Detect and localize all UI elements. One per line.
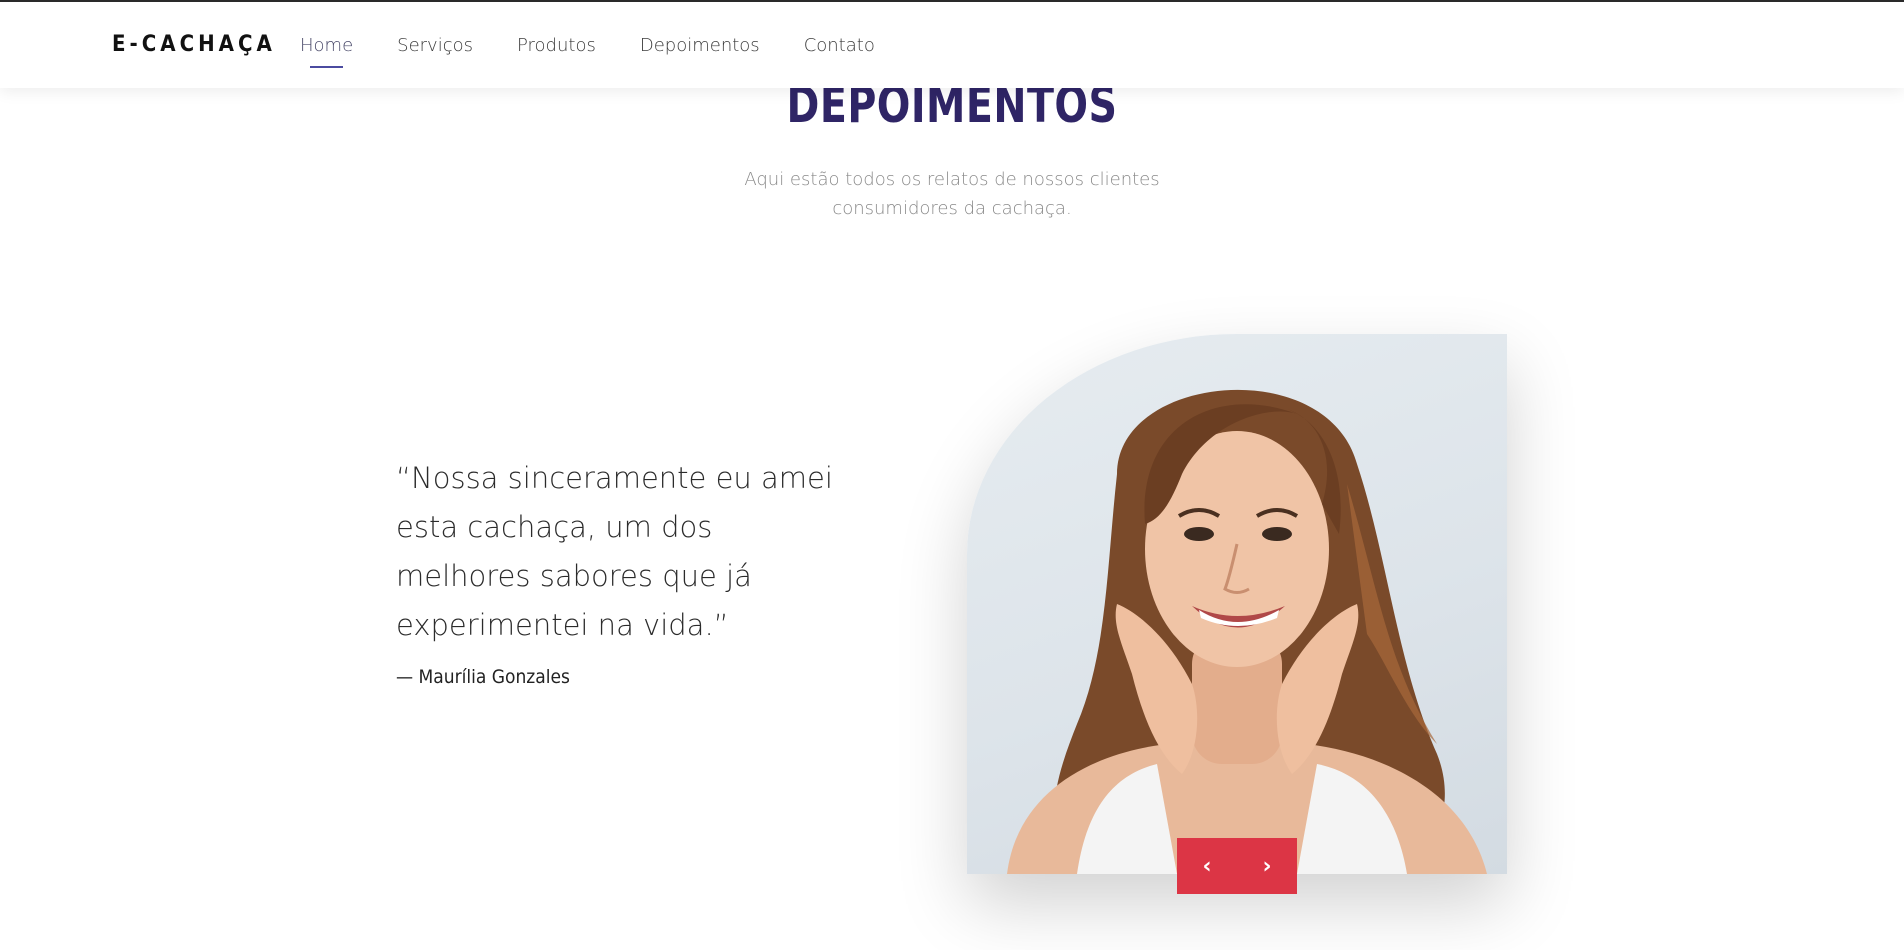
nav-item-home[interactable]: Home (300, 35, 353, 68)
nav-item-servicos[interactable]: Serviços (397, 35, 473, 56)
chevron-left-icon: ‹ (1202, 853, 1212, 879)
main-nav: Home Serviços Produtos Depoimentos Conta… (300, 35, 875, 68)
smiling-woman-portrait (1007, 389, 1487, 874)
nav-item-contato[interactable]: Contato (804, 35, 875, 56)
next-button[interactable]: › (1237, 838, 1297, 894)
prev-button[interactable]: ‹ (1177, 838, 1237, 894)
brand-logo[interactable]: E-CACHAÇA (112, 32, 276, 57)
testimonial-quote: “Nossa sinceramente eu amei esta cachaça… (396, 461, 833, 642)
slider-controls: ‹ › (1177, 838, 1297, 894)
nav-item-produtos[interactable]: Produtos (517, 35, 596, 56)
chevron-right-icon: › (1262, 853, 1272, 879)
testimonial-photo (967, 334, 1507, 874)
nav-item-depoimentos[interactable]: Depoimentos (640, 35, 760, 56)
testimonial-author: — Maurília Gonzales (396, 666, 570, 688)
navbar: E-CACHAÇA Home Serviços Produtos Depoime… (0, 2, 1904, 88)
section-subtitle: Aqui estão todos os relatos de nossos cl… (744, 169, 1160, 219)
